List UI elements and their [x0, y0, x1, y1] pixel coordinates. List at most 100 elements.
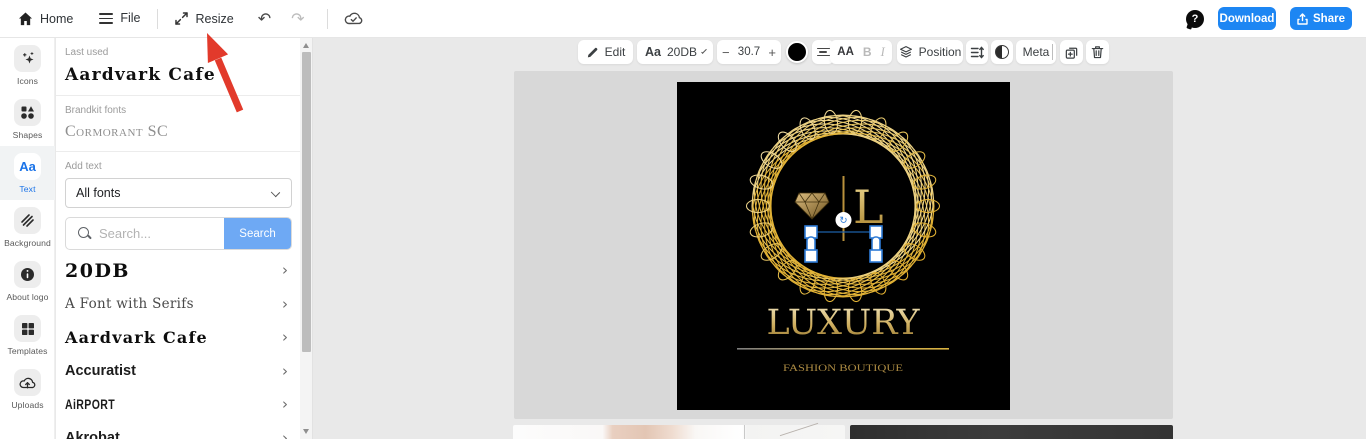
font-name: A Font with Serifs — [65, 296, 194, 313]
chevron-right-icon: › — [282, 428, 288, 439]
sidebar-item-templates[interactable]: Templates — [0, 308, 55, 362]
sidebar-label: Background — [4, 238, 51, 248]
sidebar-item-shapes[interactable]: Shapes — [0, 92, 55, 146]
share-button[interactable]: Share — [1290, 7, 1352, 30]
font-name: 20DB — [65, 259, 130, 282]
help-button[interactable]: ? — [1186, 9, 1204, 28]
bold-button[interactable]: B — [863, 45, 872, 59]
font-filter-select[interactable]: All fonts — [65, 178, 292, 208]
chevron-down-icon — [701, 47, 707, 54]
align-center-icon — [816, 45, 830, 58]
share-label: Share — [1313, 12, 1345, 25]
scroll-up-arrow[interactable] — [302, 43, 309, 48]
resize-button[interactable]: Resize — [174, 11, 234, 26]
font-list: 20DB › A Font with Serifs › Aardvark Caf… — [56, 254, 300, 439]
download-button[interactable]: Download — [1218, 7, 1276, 30]
sidebar-item-uploads[interactable]: Uploads — [0, 362, 55, 416]
opacity-button[interactable] — [991, 40, 1013, 64]
sidebar-item-icons[interactable]: Icons — [0, 38, 55, 92]
spacing-icon — [970, 45, 984, 59]
search-icon — [78, 227, 91, 240]
templates-icon — [14, 315, 41, 342]
page-thumbnail-dark[interactable] — [850, 425, 1173, 439]
layers-icon — [899, 46, 912, 58]
chevron-down-icon — [270, 187, 281, 198]
page-thumbnail-light[interactable] — [513, 422, 845, 439]
sidebar-item-text[interactable]: Aa Text — [0, 146, 55, 200]
toolbar-divider — [156, 8, 158, 29]
add-text-label: Add text — [65, 161, 102, 172]
logo-canvas[interactable]: L ↻ LUXURY FASHION BOUTIQUE — [677, 82, 1010, 410]
font-name: Accuratist — [65, 363, 136, 380]
chevron-right-icon: › — [282, 395, 288, 414]
font-size-value: 30.7 — [737, 46, 761, 58]
edit-label: Edit — [604, 45, 626, 59]
text-color-picker[interactable] — [786, 41, 808, 63]
thumbnail-divider — [743, 425, 745, 439]
position-button[interactable]: Position — [897, 40, 963, 64]
brandkit-section: Brandkit fonts Cormorant SC — [56, 96, 300, 152]
resize-handle-bottom-left[interactable] — [804, 249, 818, 263]
resize-label: Resize — [195, 11, 234, 26]
logo-title[interactable]: LUXURY — [767, 303, 921, 343]
rotate-icon: ↻ — [839, 216, 847, 227]
italic-button[interactable]: I — [881, 45, 885, 60]
font-list-item[interactable]: Aardvark Cafe › — [56, 321, 300, 355]
meta-label: Meta — [1022, 45, 1050, 59]
icons-icon — [14, 45, 41, 72]
sidebar-item-about-logo[interactable]: About logo — [0, 254, 55, 308]
brandkit-font[interactable]: Cormorant SC — [65, 123, 292, 141]
scroll-down-arrow[interactable] — [302, 429, 309, 434]
decrease-size-button[interactable]: − — [721, 45, 731, 60]
resize-handle-bottom-right[interactable] — [869, 249, 883, 263]
sidebar-label: Text — [19, 184, 36, 194]
add-text-section: Add text All fonts Search 20DB › — [56, 152, 300, 439]
font-list-item[interactable]: 20DB › — [56, 254, 300, 288]
search-button[interactable]: Search — [224, 218, 291, 249]
font-name: Akrobat — [65, 430, 120, 439]
thumbnail-pencil-shape — [779, 422, 818, 437]
chevron-right-icon: › — [282, 361, 288, 380]
edit-button[interactable]: Edit — [578, 40, 633, 64]
contrast-icon — [995, 45, 1009, 59]
last-used-font[interactable]: Aardvark Cafe — [65, 65, 292, 85]
logo-divider-rule[interactable] — [737, 348, 949, 350]
font-size-stepper: − 30.7 + — [717, 40, 781, 64]
aa-glyph: Aa — [19, 159, 36, 174]
cloud-sync-icon[interactable] — [344, 11, 363, 26]
file-menu-button[interactable]: File — [99, 11, 141, 27]
font-list-item[interactable]: AiRPORT › — [56, 388, 300, 422]
diamond-icon[interactable] — [794, 192, 830, 220]
redo-button[interactable]: ↷ — [285, 10, 310, 27]
duplicate-button[interactable] — [1060, 40, 1083, 64]
scrollbar-thumb[interactable] — [301, 52, 311, 352]
font-list-item[interactable]: A Font with Serifs › — [56, 288, 300, 322]
meta-button[interactable]: Meta — [1016, 40, 1056, 64]
font-family-dropdown[interactable]: Aa 20DB — [637, 40, 713, 64]
last-used-section: Last used Aardvark Cafe — [56, 38, 300, 96]
background-icon — [14, 207, 41, 234]
font-sample: Aa — [645, 45, 661, 59]
uppercase-button[interactable]: AA — [837, 46, 854, 58]
undo-button[interactable]: ↶ — [252, 10, 277, 27]
panel-scrollbar[interactable] — [300, 38, 312, 439]
logo-subtitle[interactable]: FASHION BOUTIQUE — [783, 364, 903, 374]
toolbar-divider — [326, 8, 328, 29]
font-filter-value: All fonts — [76, 186, 121, 200]
uploads-icon — [14, 369, 41, 396]
resize-icon — [174, 12, 188, 25]
toolbar-left-group: Home File Resize ↶ ↷ — [0, 8, 363, 29]
position-label: Position — [918, 45, 962, 59]
text-format-group: AA B I — [830, 40, 892, 64]
letter-spacing-button[interactable] — [966, 40, 988, 64]
increase-size-button[interactable]: + — [767, 45, 777, 60]
file-label: File — [120, 11, 141, 26]
search-input[interactable] — [99, 226, 224, 241]
sidebar-item-background[interactable]: Background — [0, 200, 55, 254]
font-list-item[interactable]: Accuratist › — [56, 355, 300, 389]
text-panel: Last used Aardvark Cafe Brandkit fonts C… — [56, 38, 313, 439]
home-button[interactable]: Home — [18, 12, 73, 26]
delete-button[interactable] — [1086, 40, 1109, 64]
font-list-item[interactable]: Akrobat › — [56, 422, 300, 439]
duplicate-icon — [1065, 47, 1078, 59]
